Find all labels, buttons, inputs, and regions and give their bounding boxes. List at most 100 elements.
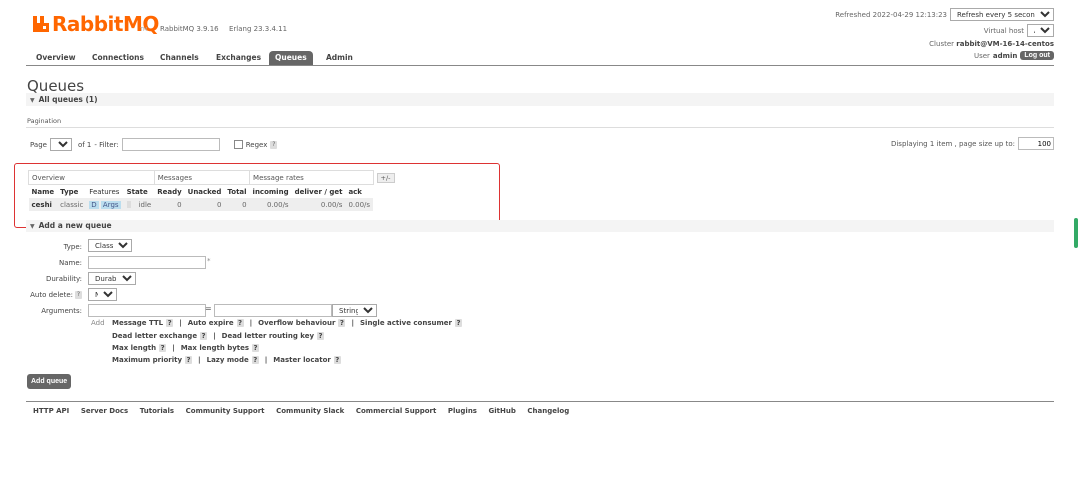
col-deliver-get: deliver / get: [291, 184, 346, 198]
durability-select[interactable]: Durable: [88, 272, 136, 285]
refresh-interval-select[interactable]: Refresh every 5 seconds: [950, 8, 1054, 21]
footer-link-commercial-support[interactable]: Commercial Support: [356, 407, 437, 415]
cluster-info: Cluster rabbit@VM-16-14-centos: [929, 40, 1054, 48]
arg-max-length-bytes[interactable]: Max length bytes: [181, 344, 249, 352]
arg-max-length[interactable]: Max length: [112, 344, 156, 352]
help-icon[interactable]: ?: [333, 356, 341, 364]
col-ready: Ready: [154, 184, 185, 198]
arguments-label: Arguments:: [41, 307, 82, 315]
auto-delete-help-icon[interactable]: ?: [75, 291, 82, 299]
regex-checkbox[interactable]: [233, 140, 243, 149]
argument-type-select[interactable]: String: [332, 304, 377, 317]
argument-equals: =: [205, 304, 212, 313]
argument-shortcuts-row-4: Maximum priority? | Lazy mode? | Master lo…: [112, 356, 341, 364]
rabbitmq-version: RabbitMQ 3.9.16: [160, 25, 219, 33]
page-select[interactable]: 1: [49, 138, 72, 151]
logout-button[interactable]: Log out: [1020, 51, 1054, 60]
tab-admin[interactable]: Admin: [320, 51, 359, 65]
auto-delete-select[interactable]: No: [88, 288, 117, 301]
help-icon[interactable]: ?: [236, 319, 244, 327]
argument-value-input[interactable]: [214, 304, 332, 317]
help-icon[interactable]: ?: [159, 344, 167, 352]
footer-links: HTTP API Server Docs Tutorials Community…: [33, 406, 578, 415]
tab-queues[interactable]: Queues: [269, 51, 313, 65]
feature-args-badge: Args: [100, 200, 121, 209]
durability-label: Durability:: [45, 275, 82, 283]
argument-shortcuts-row-3: Max length? | Max length bytes?: [112, 344, 260, 352]
col-state: State: [123, 184, 155, 198]
refreshed-label: Refreshed 2022-04-29 12:13:23: [835, 10, 947, 19]
footer-link-community-support[interactable]: Community Support: [186, 407, 265, 415]
erlang-version: Erlang 23.3.4.11: [229, 25, 288, 33]
arg-maximum-priority[interactable]: Maximum priority: [112, 356, 182, 364]
filter-input[interactable]: [121, 138, 220, 151]
feature-durable-badge: D: [89, 200, 99, 209]
queue-type: classic: [57, 198, 87, 211]
all-queues-header[interactable]: ▼ All queues (1): [26, 93, 1054, 106]
name-label: Name:: [58, 259, 82, 267]
footer-link-server-docs[interactable]: Server Docs: [81, 407, 128, 415]
queue-type-select[interactable]: Classic: [88, 239, 132, 252]
col-total: Total: [224, 184, 250, 198]
user-name: admin: [992, 51, 1018, 60]
help-icon[interactable]: ?: [454, 319, 462, 327]
queue-incoming: 0.00/s: [249, 198, 292, 211]
group-messages: Messages: [153, 170, 251, 185]
queue-ready: 0: [154, 198, 185, 211]
add-label: Add: [91, 319, 105, 327]
collapse-triangle-icon: ▼: [30, 97, 35, 104]
footer-link-github[interactable]: GitHub: [489, 407, 516, 415]
col-ack: ack: [345, 184, 374, 198]
pagination-divider: [26, 127, 1054, 128]
queue-name-link[interactable]: ceshi: [28, 198, 58, 211]
state-indicator-icon: [126, 201, 131, 208]
help-icon[interactable]: ?: [185, 356, 193, 364]
footer-link-tutorials[interactable]: Tutorials: [140, 407, 174, 415]
queue-deliver-get: 0.00/s: [291, 198, 346, 211]
add-queue-header[interactable]: ▼ Add a new queue: [26, 220, 1054, 232]
help-icon[interactable]: ?: [200, 332, 208, 340]
help-icon[interactable]: ?: [166, 319, 174, 327]
column-toggle-button[interactable]: +/-: [376, 172, 395, 183]
help-icon[interactable]: ?: [252, 344, 260, 352]
arg-dead-letter-exchange[interactable]: Dead letter exchange: [112, 332, 197, 340]
trademark: TM: [140, 27, 148, 33]
footer-link-http-api[interactable]: HTTP API: [33, 407, 69, 415]
tab-overview[interactable]: Overview: [30, 51, 82, 65]
tab-connections[interactable]: Connections: [86, 51, 150, 65]
argument-key-input[interactable]: [88, 304, 206, 317]
regex-help-icon[interactable]: ?: [270, 140, 278, 149]
scrollbar-thumb[interactable]: [1074, 218, 1078, 248]
collapse-triangle-icon: ▼: [30, 223, 35, 230]
regex-label: Regex: [245, 140, 268, 149]
arg-auto-expire[interactable]: Auto expire: [188, 319, 234, 327]
help-icon[interactable]: ?: [251, 356, 259, 364]
help-icon[interactable]: ?: [317, 332, 325, 340]
queues-table: Overview Messages Message rates +/- Name…: [28, 170, 398, 211]
footer-link-community-slack[interactable]: Community Slack: [276, 407, 344, 415]
page-size-input[interactable]: [1018, 137, 1054, 150]
footer-link-changelog[interactable]: Changelog: [527, 407, 569, 415]
footer-divider: [26, 401, 1054, 402]
group-message-rates: Message rates: [249, 170, 374, 185]
col-type: Type: [57, 184, 87, 198]
vhost-bar: Virtual host All: [984, 24, 1054, 37]
table-row: ceshi classic D Args idle 0 0 0 0.00/s 0…: [28, 198, 398, 211]
add-queue-button[interactable]: Add queue: [27, 374, 72, 389]
arg-overflow-behaviour[interactable]: Overflow behaviour: [258, 319, 335, 327]
arg-single-active-consumer[interactable]: Single active consumer: [360, 319, 452, 327]
footer-link-plugins[interactable]: Plugins: [448, 407, 477, 415]
tab-exchanges[interactable]: Exchanges: [210, 51, 267, 65]
col-features: Features: [86, 184, 124, 198]
queue-name-input[interactable]: [88, 256, 206, 269]
refresh-bar: Refreshed 2022-04-29 12:13:23 Refresh ev…: [835, 8, 1054, 21]
arg-lazy-mode[interactable]: Lazy mode: [207, 356, 249, 364]
page-size-controls: Displaying 1 item , page size up to:: [891, 137, 1054, 150]
arg-dead-letter-routing-key[interactable]: Dead letter routing key: [222, 332, 314, 340]
help-icon[interactable]: ?: [338, 319, 346, 327]
vhost-select[interactable]: All: [1027, 24, 1054, 37]
arg-message-ttl[interactable]: Message TTL: [112, 319, 163, 327]
arg-master-locator[interactable]: Master locator: [273, 356, 331, 364]
argument-shortcuts-row-2: Dead letter exchange? | Dead letter routi…: [112, 332, 325, 340]
tab-channels[interactable]: Channels: [154, 51, 205, 65]
